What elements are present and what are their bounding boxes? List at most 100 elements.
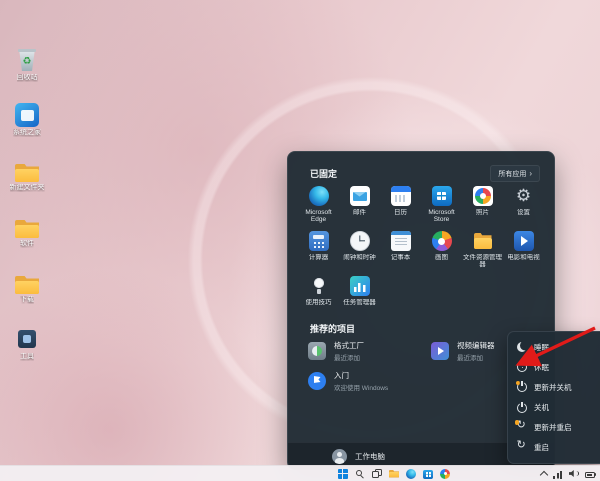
pinned-app-tile[interactable]: 使用技巧 [298, 272, 339, 317]
pinned-app-label: 设置 [517, 209, 530, 216]
tips-icon [309, 276, 329, 296]
desktop-icon[interactable]: 回收站 [4, 46, 50, 93]
user-name[interactable]: 工作电脑 [355, 451, 385, 462]
settings-icon [514, 186, 534, 206]
pinned-app-tile[interactable]: 邮件 [339, 182, 380, 227]
get-started-icon [308, 372, 326, 390]
calculator-icon [309, 231, 329, 251]
power-menu-item[interactable]: 睡眠 [508, 337, 600, 357]
power-menu-item[interactable]: 更新并重启 [508, 418, 600, 438]
pinned-app-tile[interactable]: 画图 [421, 227, 462, 272]
recommended-item-subtitle: 欢迎使用 Windows [334, 382, 388, 392]
update-badge-icon [516, 381, 521, 386]
restart-icon [517, 423, 527, 433]
recommended-item[interactable]: 入门 欢迎使用 Windows [300, 366, 419, 396]
recommended-item-text: 视频编辑器 最近添加 [457, 340, 495, 363]
tray-overflow-chevron-icon[interactable] [540, 471, 548, 479]
power-menu-item[interactable]: 关机 [508, 398, 600, 418]
taskbar-center-icons [338, 466, 450, 481]
pinned-header: 已固定 [310, 167, 337, 180]
mail-icon [350, 186, 370, 206]
pinned-app-label: 闹钟和时钟 [343, 254, 376, 261]
recommended-item-title: 格式工厂 [334, 340, 364, 351]
desktop-icon-label: 新建文件夹 [10, 184, 45, 192]
start-button[interactable] [338, 469, 348, 479]
desktop-icon[interactable]: 系统之家 [4, 102, 50, 149]
photos-button[interactable] [440, 469, 450, 479]
pinned-app-label: Microsoft Edge [298, 209, 339, 224]
pinned-app-tile[interactable]: 记事本 [380, 227, 421, 272]
video-editor-icon [431, 342, 449, 360]
pinned-app-tile[interactable]: 日历 [380, 182, 421, 227]
recommended-item-title: 视频编辑器 [457, 340, 495, 351]
pinned-app-label: 邮件 [353, 209, 366, 216]
volume-icon[interactable] [569, 469, 579, 479]
task-view-button[interactable] [372, 469, 382, 479]
pinned-app-tile[interactable]: Microsoft Store [421, 182, 462, 227]
recommended-item-subtitle: 最近添加 [457, 352, 495, 362]
desktop-icon-label: 软件 [20, 240, 34, 248]
taskmgr-icon [350, 276, 370, 296]
power-menu-item[interactable]: 重启 [508, 438, 600, 458]
sleep-icon [517, 342, 527, 352]
desktop-icon-label: 回收站 [17, 74, 38, 82]
notepad-icon [391, 231, 411, 251]
all-apps-button[interactable]: 所有应用 › [490, 165, 540, 182]
power-menu-item-label: 睡眠 [534, 342, 549, 353]
recommended-item-subtitle: 最近添加 [334, 352, 364, 362]
user-avatar-icon[interactable] [332, 449, 347, 464]
recommended-item-title: 入门 [334, 370, 388, 381]
file-explorer-button[interactable] [389, 469, 399, 479]
power-menu-item-label: 更新并重启 [534, 422, 572, 433]
pinned-app-tile[interactable]: 计算器 [298, 227, 339, 272]
store-icon [432, 186, 452, 206]
pinned-header-row: 已固定 所有应用 › [310, 165, 540, 182]
pinned-app-tile[interactable]: 闹钟和时钟 [339, 227, 380, 272]
pinned-app-tile[interactable]: 设置 [503, 182, 544, 227]
edge-icon [309, 186, 329, 206]
movies-icon [514, 231, 534, 251]
desktop-icon[interactable]: 下载 [4, 270, 50, 317]
pinned-app-tile[interactable]: 照片 [462, 182, 503, 227]
recycle-bin-icon [14, 46, 40, 73]
pinned-app-tile[interactable]: 电影和电视 [503, 227, 544, 272]
desktop-icon-label: 下载 [20, 296, 34, 304]
edge-button[interactable] [406, 469, 416, 479]
folder-icon [14, 273, 40, 295]
taskbar-system-tray [541, 466, 595, 481]
desktop-icon[interactable]: 软件 [4, 214, 50, 261]
power-menu-item[interactable]: 更新并关机 [508, 377, 600, 397]
power-menu-item[interactable]: 休眠 [508, 357, 600, 377]
desktop-icon-label: 系统之家 [13, 129, 41, 137]
update-badge-icon [515, 420, 520, 425]
pinned-app-label: 文件资源管理器 [462, 254, 503, 269]
battery-icon[interactable] [585, 472, 595, 478]
pinned-app-tile[interactable]: 任务管理器 [339, 272, 380, 317]
pinned-app-tile[interactable]: 文件资源管理器 [462, 227, 503, 272]
recommended-header: 推荐的项目 [310, 322, 355, 335]
pinned-app-tile[interactable]: Microsoft Edge [298, 182, 339, 227]
shutdown-icon [517, 382, 527, 392]
photos-icon [473, 186, 493, 206]
power-menu-item-label: 休眠 [534, 362, 549, 373]
pinned-apps-grid: Microsoft Edge 邮件 日历 Microsoft Store [298, 182, 544, 317]
power-menu-item-label: 重启 [534, 442, 549, 453]
app-blue-icon [15, 103, 39, 127]
shortcut-icon [18, 330, 36, 348]
desktop-icon[interactable]: 工具 [4, 326, 50, 373]
pinned-app-label: 照片 [476, 209, 489, 216]
store-button[interactable] [423, 470, 433, 479]
desktop-icon-label: 工具 [20, 353, 34, 361]
chevron-right-icon: › [529, 170, 532, 178]
recommended-item[interactable]: 格式工厂 最近添加 [300, 336, 419, 366]
search-button[interactable] [355, 469, 365, 479]
restart-icon [517, 443, 527, 453]
pinned-app-label: 日历 [394, 209, 407, 216]
shutdown-icon [517, 403, 527, 413]
all-apps-label: 所有应用 [498, 169, 526, 179]
hibernate-icon [517, 362, 527, 372]
network-icon[interactable] [553, 469, 563, 479]
clock-icon [350, 231, 370, 251]
power-flyout-menu: 睡眠 休眠 更新并关机 关机 更新并重启 [507, 331, 600, 464]
desktop-icon[interactable]: 新建文件夹 [4, 158, 50, 205]
